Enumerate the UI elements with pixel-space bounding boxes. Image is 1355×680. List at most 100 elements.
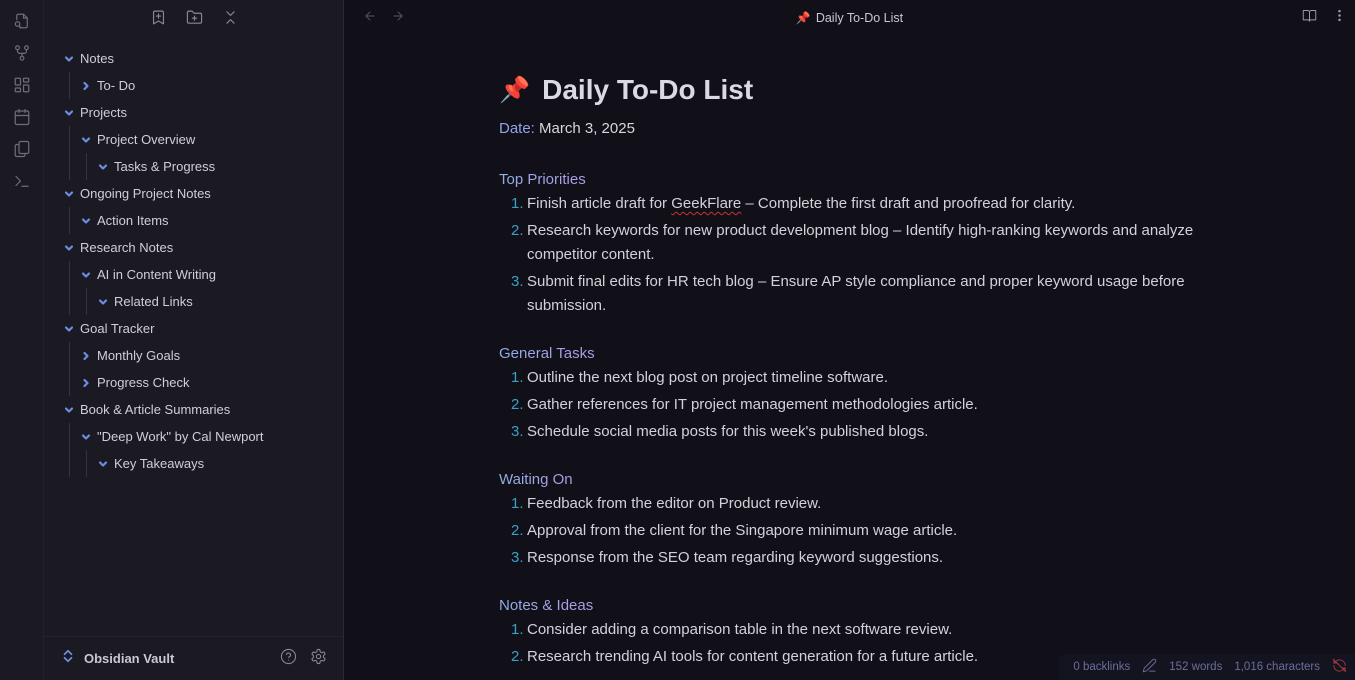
chevrons-up-down-icon	[62, 649, 84, 668]
misspelled-word[interactable]: GeekFlare	[671, 195, 741, 212]
chevron-down-icon[interactable]	[62, 187, 76, 201]
templates-button[interactable]	[8, 137, 36, 165]
chevron-down-icon[interactable]	[96, 295, 110, 309]
date-value: March 3, 2025	[534, 120, 635, 137]
backlinks-count[interactable]: 0 backlinks	[1073, 661, 1130, 673]
pushpin-icon: 📌	[795, 11, 811, 25]
list-item-text: Schedule social media posts for this wee…	[527, 423, 929, 440]
new-note-button[interactable]	[148, 9, 170, 31]
tree-item-label: Ongoing Project Notes	[80, 186, 211, 201]
chevron-right-icon[interactable]	[79, 79, 93, 93]
chevron-down-icon[interactable]	[79, 430, 93, 444]
note-section: Top Priorities 1. Finish article draft for…	[499, 168, 1199, 318]
indent-guide	[86, 288, 87, 315]
back-button[interactable]	[360, 8, 380, 28]
chevron-down-icon[interactable]	[62, 106, 76, 120]
list-number: 2.	[511, 396, 524, 413]
more-options-button[interactable]	[1329, 8, 1349, 28]
list-item: 1. Finish article draft for GeekFlare – C…	[499, 192, 1199, 216]
tree-item[interactable]: AI in Content Writing	[44, 261, 343, 288]
tree-item-label: Key Takeaways	[114, 456, 205, 471]
daily-note-button[interactable]	[8, 105, 36, 133]
canvas-icon	[13, 76, 31, 99]
chevron-down-icon[interactable]	[62, 241, 76, 255]
collapse-all-button[interactable]	[220, 9, 242, 31]
indent-guide	[69, 423, 70, 477]
canvas-button[interactable]	[8, 73, 36, 101]
indent-guide	[69, 72, 70, 99]
chevron-down-icon[interactable]	[62, 52, 76, 66]
list-item-text: Approval from the client for the Singapo…	[527, 522, 958, 539]
chevron-right-icon[interactable]	[79, 376, 93, 390]
pencil-icon	[1142, 658, 1157, 676]
chevron-down-icon[interactable]	[79, 133, 93, 147]
section-heading: General Tasks	[499, 342, 595, 366]
tree-item[interactable]: Action Items	[44, 207, 343, 234]
indent-guide	[86, 153, 87, 180]
character-count: 1,016 characters	[1234, 661, 1320, 673]
note-content[interactable]: 📌 Daily To-Do List Date: March 3, 2025 T…	[499, 36, 1199, 672]
list-item-text: Feedback from the editor on Product revi…	[527, 495, 822, 512]
tree-item-label: To- Do	[97, 78, 136, 93]
chevron-down-icon[interactable]	[79, 268, 93, 282]
chevron-down-icon[interactable]	[96, 160, 110, 174]
chevron-down-icon[interactable]	[62, 322, 76, 336]
editor-pane: 📌 Daily To-Do List 📌 Daily To-Do List Da…	[344, 0, 1355, 680]
tree-item[interactable]: Projects	[44, 99, 343, 126]
list-item-text: Research trending AI tools for content g…	[527, 648, 979, 665]
tree-item-label: Progress Check	[97, 375, 190, 390]
status-bar: 0 backlinks 152 words 1,016 characters	[1059, 654, 1355, 680]
tree-item[interactable]: Tasks & Progress	[44, 153, 343, 180]
folder-plus-icon	[186, 9, 203, 31]
list-item: 3. Schedule social media posts for this w…	[499, 420, 1199, 444]
tree-item[interactable]: Monthly Goals	[44, 342, 343, 369]
section-heading: Waiting On	[499, 468, 573, 492]
tree-item[interactable]: Ongoing Project Notes	[44, 180, 343, 207]
tree-item[interactable]: To- Do	[44, 72, 343, 99]
tree-item[interactable]: Project Overview	[44, 126, 343, 153]
quick-switcher-button[interactable]	[8, 9, 36, 37]
gear-icon	[310, 648, 327, 670]
chevron-down-icon[interactable]	[79, 214, 93, 228]
view-header-title[interactable]: Daily To-Do List	[816, 11, 903, 25]
list-number: 2.	[511, 648, 524, 665]
help-icon	[280, 648, 297, 670]
section-heading: Notes & Ideas	[499, 594, 593, 618]
forward-button[interactable]	[388, 8, 408, 28]
tree-item[interactable]: Notes	[44, 45, 343, 72]
help-button[interactable]	[277, 648, 299, 670]
editing-mode-button[interactable]	[1142, 658, 1157, 676]
bookmark-plus-icon	[150, 9, 167, 31]
tree-item[interactable]: Book & Article Summaries	[44, 396, 343, 423]
list-number: 2.	[511, 222, 524, 239]
chevron-down-icon[interactable]	[62, 403, 76, 417]
sync-off-icon	[1332, 658, 1347, 676]
tree-item[interactable]: Related Links	[44, 288, 343, 315]
sync-status-button[interactable]	[1332, 658, 1347, 676]
indent-guide	[69, 261, 70, 315]
tree-item-label: Notes	[80, 51, 114, 66]
tree-item-label: Projects	[80, 105, 127, 120]
chevron-right-icon[interactable]	[79, 349, 93, 363]
new-folder-button[interactable]	[184, 9, 206, 31]
tree-item[interactable]: Key Takeaways	[44, 450, 343, 477]
indent-guide	[69, 342, 70, 396]
tree-item-label: Goal Tracker	[80, 321, 155, 336]
settings-button[interactable]	[307, 648, 329, 670]
tree-item[interactable]: "Deep Work" by Cal Newport	[44, 423, 343, 450]
list-item: 2. Research keywords for new product deve…	[499, 219, 1199, 267]
list-item: 1. Feedback from the editor on Product re…	[499, 492, 1199, 516]
tree-item[interactable]: Progress Check	[44, 369, 343, 396]
graph-view-button[interactable]	[8, 41, 36, 69]
tree-item[interactable]: Goal Tracker	[44, 315, 343, 342]
search-file-icon	[13, 12, 31, 35]
list-item-text: Response from the SEO team regarding key…	[527, 549, 944, 566]
note-section: Waiting On 1. Feedback from the editor on …	[499, 468, 1199, 570]
vault-switcher[interactable]: Obsidian Vault	[62, 649, 269, 668]
chevron-down-icon[interactable]	[96, 457, 110, 471]
list-item: 1. Consider adding a comparison table in …	[499, 618, 1199, 642]
tree-item[interactable]: Research Notes	[44, 234, 343, 261]
list-item: 1. Outline the next blog post on project …	[499, 366, 1199, 390]
command-palette-button[interactable]	[8, 169, 36, 197]
reading-view-button[interactable]	[1299, 8, 1319, 28]
